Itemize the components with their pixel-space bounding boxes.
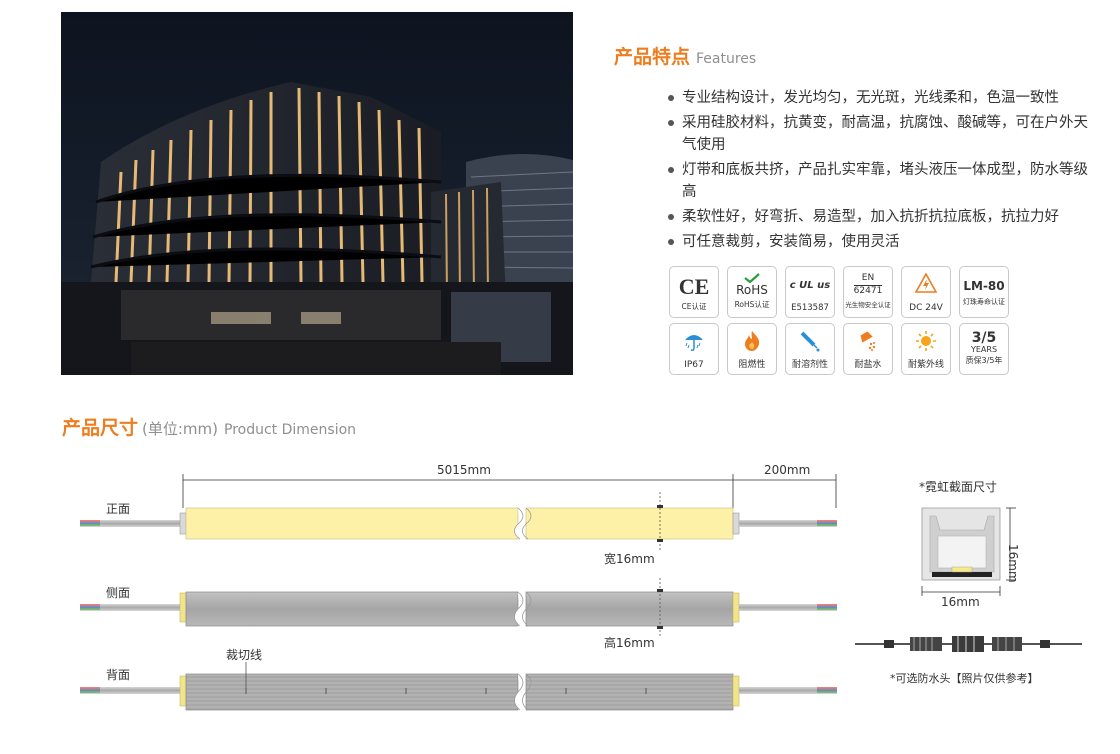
certification-badges: CE CE认证 RoHS RoHS认证 c UL us E513587 EN 6… bbox=[669, 266, 1029, 375]
back-view-strip bbox=[80, 662, 837, 711]
lm80-badge: LM-80 灯珠寿命认证 bbox=[959, 266, 1009, 318]
rohs-badge: RoHS RoHS认证 bbox=[727, 266, 777, 318]
lead-length-label: 200mm bbox=[764, 463, 811, 477]
pipette-icon bbox=[800, 331, 820, 352]
dimension-unit: (单位:mm) bbox=[142, 420, 218, 438]
section-height-label: 16mm bbox=[1006, 544, 1020, 583]
feature-item: 采用硅胶材料，抗黄变，耐高温，抗腐蚀、酸碱等，可在户外天气使用 bbox=[668, 112, 1098, 156]
ce-mark: CE bbox=[678, 274, 710, 299]
feature-item: 灯带和底板共挤，产品扎实牢靠，堵头液压一体成型，防水等级高 bbox=[668, 159, 1098, 203]
features-title-cn: 产品特点 bbox=[614, 46, 691, 68]
salt-shaker-icon bbox=[860, 331, 876, 351]
height-label: 高16mm bbox=[604, 636, 655, 650]
back-view-label: 背面 bbox=[106, 668, 131, 682]
dimension-title: 产品尺寸 (单位:mm) Product Dimension bbox=[62, 413, 356, 440]
ce-caption: CE认证 bbox=[681, 302, 707, 311]
dc-caption: DC 24V bbox=[909, 303, 943, 313]
lm80-caption: 灯珠寿命认证 bbox=[963, 298, 1005, 306]
ul-badge: c UL us E513587 bbox=[785, 266, 835, 318]
ul-caption: E513587 bbox=[791, 303, 829, 313]
check-icon bbox=[744, 273, 760, 283]
solvent-caption: 耐溶剂性 bbox=[791, 360, 828, 370]
ul-mark: c UL us bbox=[789, 280, 831, 291]
en-number: 62471 bbox=[853, 285, 883, 296]
cut-line-label: 裁切线 bbox=[226, 648, 263, 662]
warranty-badge: 3/5 YEARS 质保3/5年 bbox=[959, 323, 1009, 375]
building-night-photo bbox=[61, 12, 573, 375]
waterproof-connector bbox=[855, 636, 1082, 652]
warranty-caption: 质保3/5年 bbox=[965, 356, 1003, 365]
length-label: 5015mm bbox=[437, 463, 491, 477]
feature-item: 可任意裁剪，安装简易，使用灵活 bbox=[668, 231, 1098, 253]
product-photo bbox=[61, 12, 573, 375]
saltwater-badge: 耐盐水 bbox=[843, 323, 893, 375]
ip67-badge: IP67 bbox=[669, 323, 719, 375]
umbrella-rain-icon bbox=[685, 335, 703, 351]
rohs-caption: RoHS认证 bbox=[734, 300, 770, 309]
side-view-label: 侧面 bbox=[106, 586, 131, 600]
uv-caption: 耐紫外线 bbox=[907, 360, 944, 370]
feature-list: 专业结构设计，发光均匀，无光斑，光线柔和，色温一致性 采用硅胶材料，抗黄变，耐高… bbox=[668, 87, 1098, 256]
features-title: 产品特点 Features bbox=[614, 42, 756, 69]
dc-badge: DC 24V bbox=[901, 266, 951, 318]
section-width-label: 16mm bbox=[941, 595, 980, 609]
feature-item: 专业结构设计，发光均匀，无光斑，光线柔和，色温一致性 bbox=[668, 87, 1098, 109]
features-title-en: Features bbox=[696, 51, 757, 67]
dimension-title-cn: 产品尺寸 bbox=[62, 417, 139, 439]
en-mark: EN bbox=[861, 273, 875, 283]
ce-badge: CE CE认证 bbox=[669, 266, 719, 318]
en-badge: EN 62471 光生物安全认证 bbox=[843, 266, 893, 318]
connector-note: *可选防水头【照片仅供参考】 bbox=[890, 672, 1039, 685]
feature-item: 柔软性好，好弯折、易造型，加入抗折抗拉底板，抗拉力好 bbox=[668, 206, 1098, 228]
voltage-warning-icon bbox=[915, 273, 937, 293]
dimension-title-en: Product Dimension bbox=[224, 422, 357, 438]
rohs-mark: RoHS bbox=[736, 283, 768, 297]
sun-icon bbox=[916, 331, 936, 351]
flame-icon bbox=[745, 331, 760, 351]
warranty-unit: YEARS bbox=[970, 345, 998, 354]
cross-section-diagram bbox=[921, 507, 1016, 596]
warranty-mark: 3/5 bbox=[971, 330, 997, 346]
side-view-strip bbox=[80, 578, 837, 638]
dimension-drawing: 5015mm 200mm 正面 侧面 背面 宽16mm 高16mm 裁切线 *霓… bbox=[0, 450, 1120, 754]
section-title: *霓虹截面尺寸 bbox=[919, 480, 998, 494]
front-view-strip bbox=[80, 492, 837, 550]
width-label: 宽16mm bbox=[604, 552, 655, 566]
ip67-caption: IP67 bbox=[684, 360, 704, 370]
solvent-badge: 耐溶剂性 bbox=[785, 323, 835, 375]
flame-badge: 阻燃性 bbox=[727, 323, 777, 375]
lm80-mark: LM-80 bbox=[963, 279, 1005, 293]
uv-badge: 耐紫外线 bbox=[901, 323, 951, 375]
en-caption: 光生物安全认证 bbox=[845, 301, 891, 309]
front-view-label: 正面 bbox=[106, 502, 131, 516]
saltwater-caption: 耐盐水 bbox=[854, 360, 882, 370]
flame-caption: 阻燃性 bbox=[738, 360, 766, 370]
